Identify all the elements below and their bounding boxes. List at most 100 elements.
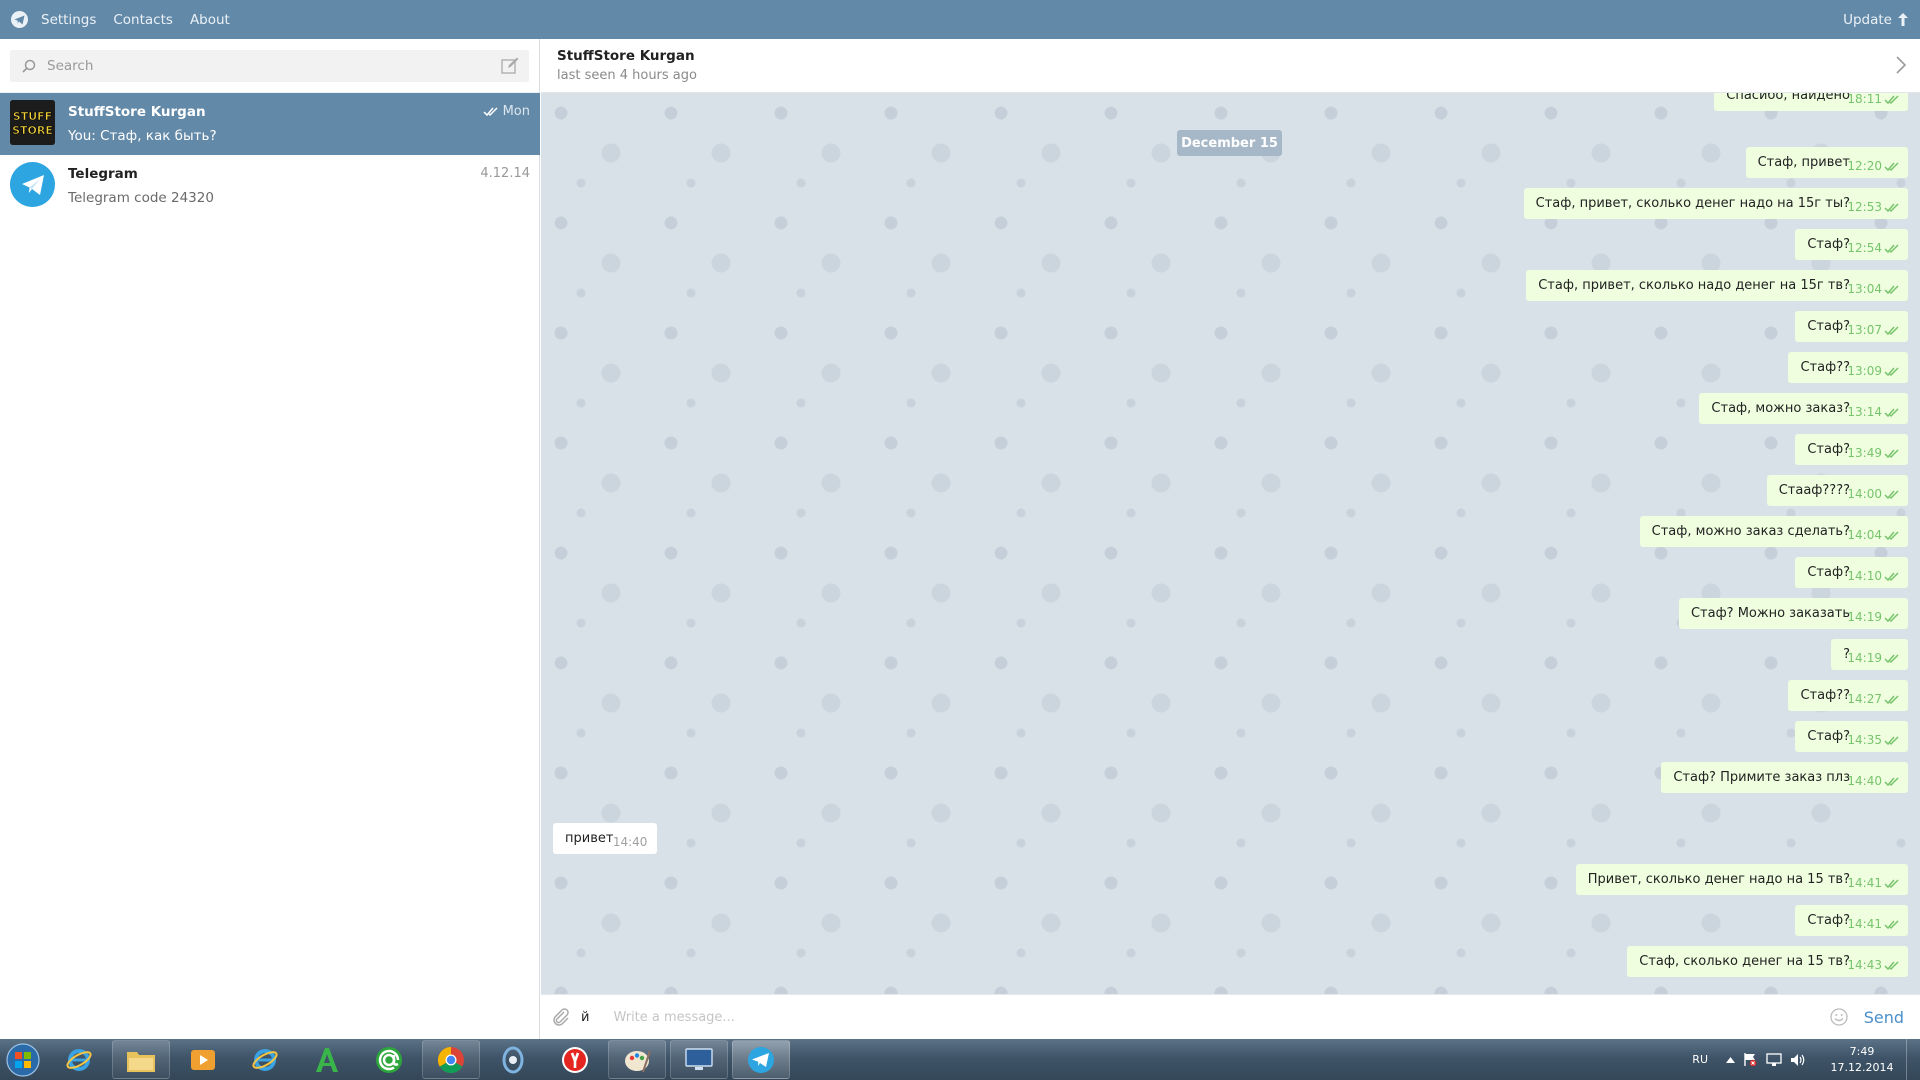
read-check-icon [1884, 284, 1900, 295]
dialogs-panel: STUFF STORE StuffStore Kurgan Mon You: С… [0, 39, 540, 1039]
arrow-up-icon [1898, 13, 1908, 26]
chat-header[interactable]: StuffStore Kurgan last seen 4 hours ago [541, 39, 1920, 93]
paint-icon [625, 1050, 651, 1072]
outgoing-message[interactable]: Стаф, привет, сколько денег надо на 15г … [1523, 188, 1908, 219]
svg-text:STORE: STORE [12, 124, 53, 137]
system-tray: RU 7:49 17.12.2014 [1692, 1039, 1920, 1080]
taskbar-remote-desktop[interactable] [670, 1040, 728, 1079]
message-text: Стаф? Можно заказать [1690, 606, 1850, 621]
read-check-icon [1884, 878, 1900, 889]
message-time: 14:19 [1847, 651, 1882, 665]
taskbar-paint[interactable] [608, 1040, 666, 1079]
outgoing-message[interactable]: Стаф, можно заказ? 13:14 [1699, 393, 1908, 424]
read-check-icon [1884, 612, 1900, 623]
show-desktop-button[interactable] [1906, 1039, 1920, 1080]
outgoing-message[interactable]: Стаф? Примите заказ плз 14:40 [1661, 762, 1908, 793]
message-time: 14:40 [612, 835, 648, 849]
message-time: 14:04 [1847, 528, 1882, 542]
message-time: 14:41 [1847, 917, 1882, 931]
message-time: 12:20 [1847, 159, 1882, 173]
start-button[interactable] [0, 1039, 46, 1080]
read-check-icon [1884, 571, 1900, 582]
taskbar-a-app[interactable] [298, 1040, 356, 1079]
taskbar-internet-explorer-2[interactable] [236, 1040, 294, 1079]
dialog-preview: Telegram code 24320 [68, 190, 214, 206]
taskbar-chrome[interactable] [422, 1040, 480, 1079]
message-time: 14:41 [1847, 876, 1882, 890]
message-list[interactable]: December 15 Спасибо, найдено 18:11 Стаф, п… [541, 93, 1920, 994]
outgoing-message[interactable]: Стаф, привет, сколько надо денег на 15г … [1526, 270, 1908, 301]
dialog-telegram[interactable]: Telegram 4.12.14 Telegram code 24320 [0, 155, 540, 217]
outgoing-message[interactable]: Спасибо, найдено 18:11 [1714, 93, 1908, 111]
outgoing-message[interactable]: ? 14:19 [1831, 639, 1908, 670]
menu-settings[interactable]: Settings [41, 12, 96, 28]
read-check-icon [1884, 653, 1900, 664]
clock-time: 7:49 [1849, 1044, 1875, 1058]
outgoing-message[interactable]: Стаф? 14:10 [1795, 557, 1908, 588]
show-hidden-icons-icon[interactable] [1726, 1056, 1735, 1063]
outgoing-message[interactable]: Стаф? Можно заказать 14:19 [1678, 598, 1908, 629]
message-time: 13:07 [1847, 323, 1882, 337]
search-input[interactable] [45, 56, 501, 75]
outgoing-message[interactable]: Стаф? 13:49 [1795, 434, 1908, 465]
outgoing-message[interactable]: Стаф, сколько денег на 15 тв? 14:43 [1627, 946, 1908, 977]
telegram-icon [748, 1046, 774, 1073]
message-text: Стааф???? [1778, 483, 1850, 498]
taskbar-qip[interactable] [484, 1040, 542, 1079]
message-time: 14:27 [1847, 692, 1882, 706]
chevron-right-icon[interactable] [1896, 56, 1906, 74]
taskbar-internet-explorer[interactable] [50, 1040, 108, 1079]
menu-contacts[interactable]: Contacts [113, 12, 173, 28]
read-check-icon [1884, 919, 1900, 930]
outgoing-message[interactable]: Стаф, можно заказ сделать? 14:04 [1639, 516, 1908, 547]
volume-icon[interactable] [1790, 1053, 1806, 1067]
read-check-icon [1884, 94, 1900, 105]
send-button[interactable]: Send [1864, 1008, 1904, 1027]
media-player-icon [191, 1049, 215, 1070]
search-field[interactable] [10, 49, 529, 82]
message-time: 12:54 [1847, 241, 1882, 255]
outgoing-message[interactable]: Стааф???? 14:00 [1766, 475, 1908, 506]
outgoing-message[interactable]: Привет, сколько денег надо на 15 тв? 14:4… [1575, 864, 1908, 895]
chrome-icon [437, 1046, 464, 1073]
new-message-icon[interactable] [501, 57, 519, 74]
message-time: 14:00 [1847, 487, 1882, 501]
taskbar-file-explorer[interactable] [112, 1040, 170, 1079]
language-indicator[interactable]: RU [1692, 1053, 1708, 1066]
message-input[interactable] [611, 1008, 1830, 1026]
taskbar-mail-agent[interactable] [360, 1040, 418, 1079]
outgoing-message[interactable]: Стаф? 14:35 [1795, 721, 1908, 752]
read-check-icon [1884, 202, 1900, 213]
taskbar-telegram[interactable] [732, 1040, 790, 1079]
outgoing-message[interactable]: Стаф?? 13:09 [1788, 352, 1908, 383]
title-bar: Settings Contacts About Update [0, 0, 1920, 39]
taskbar: RU 7:49 17.12.2014 [0, 1039, 1920, 1080]
dialog-date: Mon [483, 104, 530, 119]
network-icon[interactable] [1766, 1052, 1782, 1067]
clock[interactable]: 7:49 17.12.2014 [1824, 1044, 1900, 1076]
message-time: 12:53 [1847, 200, 1882, 214]
message-text: Стаф? [1807, 913, 1850, 928]
outgoing-message[interactable]: Стаф? 12:54 [1795, 229, 1908, 260]
outgoing-message[interactable]: Стаф?? 14:27 [1788, 680, 1908, 711]
incoming-message[interactable]: привет 14:40 [553, 823, 658, 854]
update-button[interactable]: Update [1843, 12, 1908, 28]
taskbar-media-player[interactable] [174, 1040, 232, 1079]
message-text: Стаф? [1807, 565, 1850, 580]
action-center-flag-icon[interactable] [1743, 1052, 1758, 1067]
letter-a-icon [316, 1047, 338, 1072]
message-text: Стаф? Примите заказ плз [1673, 770, 1850, 785]
menu-about[interactable]: About [190, 12, 230, 28]
outgoing-message[interactable]: Стаф? 13:07 [1795, 311, 1908, 342]
attach-icon[interactable] [551, 1007, 571, 1027]
outgoing-message[interactable]: Стаф? 14:41 [1795, 905, 1908, 936]
message-text: Стаф? [1807, 319, 1850, 334]
taskbar-yandex-browser[interactable] [546, 1040, 604, 1079]
dialog-preview: You: Стаф, как быть? [68, 128, 217, 144]
dialog-stuffstore-kurgan[interactable]: STUFF STORE StuffStore Kurgan Mon You: С… [0, 93, 540, 155]
emoji-icon[interactable] [1830, 1008, 1848, 1026]
message-time: 14:19 [1847, 610, 1882, 624]
chat-title: StuffStore Kurgan [557, 48, 695, 64]
outgoing-message[interactable]: Стаф, привет 12:20 [1745, 147, 1908, 178]
read-check-icon [1884, 489, 1900, 500]
